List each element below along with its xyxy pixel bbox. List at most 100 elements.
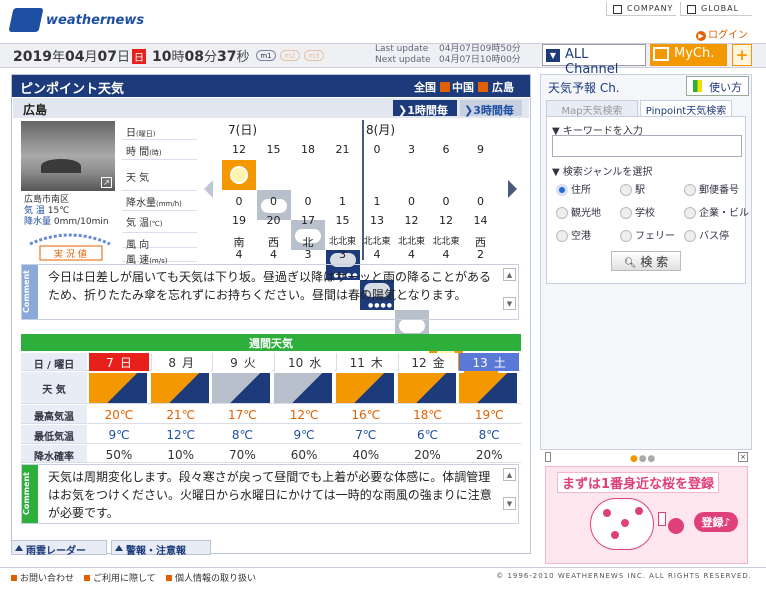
panel-left-icon[interactable] (545, 452, 551, 462)
precip-cell: 0 (477, 195, 484, 208)
genre-radio[interactable]: 企業・ビル (684, 204, 749, 219)
row-label-text: 天 気 (126, 173, 150, 184)
company-link[interactable]: COMPANY (606, 2, 676, 16)
month: 04 (64, 49, 85, 65)
beginner-mark-icon (693, 80, 702, 92)
expand-icon[interactable]: ↗ (101, 177, 112, 188)
radio-icon (556, 184, 568, 196)
m2-toggle[interactable]: m2 (280, 50, 300, 61)
weekly-hi-cell: 17℃ (228, 408, 257, 422)
region-national-link[interactable]: 全国 (414, 79, 450, 95)
chevron-down-icon: ▼ (546, 49, 560, 62)
precip-cell: 1 (373, 195, 381, 208)
genre-radio[interactable]: 学校 (620, 204, 655, 219)
region-hiroshima-link[interactable]: 広島 (492, 79, 514, 95)
temp-cell: 14 (473, 214, 488, 227)
weekly-title: 週間天気 (21, 334, 521, 351)
tab-map-search[interactable]: Map天気検索 (546, 100, 638, 117)
last-update-value: 04月07日09時50分 (439, 44, 521, 54)
wind-dir-cell: 北北東 (432, 237, 460, 247)
weekly-day: 9 (230, 356, 238, 370)
tab-warnings[interactable]: 警報・注意報 (111, 540, 211, 557)
scroll-up-icon[interactable]: ▲ (503, 268, 516, 281)
prev-arrow-icon[interactable] (204, 180, 213, 198)
region-label: 中国 (452, 81, 474, 94)
tab-label: 警報・注意報 (126, 546, 186, 557)
weekly-weekday: 水 (309, 356, 322, 370)
sun-icon (222, 160, 256, 190)
weekly-row-label: 最高気温 (21, 405, 87, 423)
m3-toggle[interactable]: m3 (304, 50, 324, 61)
weekday-badge: 日 (131, 49, 146, 64)
genre-radio[interactable]: バス停 (684, 227, 729, 242)
weekly-pop-cell: 50% (105, 448, 133, 462)
hour-cell: 9 (477, 143, 484, 156)
weekly-hi-cell: 21℃ (166, 408, 196, 422)
genre-radio[interactable]: 住所 (556, 181, 591, 196)
pinpoint-comment-box: Comment 今日は日差しが届いても天気は下り坂。昼過ぎ以降はサーッと雨の降る… (21, 264, 519, 320)
sakura-banner-title[interactable]: まずは1番身近な桜を登録 (557, 472, 720, 493)
row-label: 時 間(時) (122, 140, 197, 160)
site-logo-text[interactable]: weathernews (46, 13, 144, 28)
cloud-shape (398, 319, 425, 333)
weekly-weather-icon (89, 373, 147, 403)
temp-cell: 19 (232, 214, 246, 227)
global-link[interactable]: GLOBAL (680, 2, 752, 16)
row-label-text: 時 間 (126, 147, 150, 158)
day2-label: 8(月) (366, 123, 395, 137)
genre-radio[interactable]: 空港 (556, 227, 591, 242)
region-label: 広島 (492, 81, 514, 94)
pager-dots[interactable]: ● ● ● (630, 454, 655, 464)
row-label: 風 向 (122, 233, 197, 251)
scroll-down-icon[interactable]: ▼ (503, 497, 516, 510)
hour-cell: 6 (442, 143, 450, 156)
footer-link-terms[interactable]: ご利用に際して (84, 571, 156, 584)
footer-link-privacy[interactable]: 個人情報の取り扱い (166, 571, 256, 584)
register-button[interactable]: 登録♪ (694, 512, 738, 532)
weekly-day-header: 10 水 (274, 353, 335, 371)
next-arrow-icon[interactable] (508, 180, 517, 198)
wind-speed-cell: 4 (270, 248, 277, 261)
genre-label: 住所 (571, 185, 591, 196)
weekly-pop-cell: 40% (352, 448, 380, 462)
genre-radio[interactable]: 駅 (620, 181, 645, 196)
search-button[interactable]: 🔍︎ 検 索 (611, 251, 681, 271)
hour-cell: 18 (301, 143, 315, 156)
temp-cell: 17 (301, 214, 315, 227)
genre-radio[interactable]: 観光地 (556, 204, 601, 219)
m1-toggle[interactable]: m1 (256, 50, 276, 61)
live-value-button[interactable]: 実 況 値 (26, 230, 114, 262)
tab-3hour-label: ❯3時間毎 (464, 104, 514, 117)
how-to-button[interactable]: 使い方 (686, 76, 749, 96)
all-channel-button[interactable]: ▼ ALL Channel (542, 44, 646, 77)
bullet-icon (166, 575, 172, 581)
all-channel-label: ALL Channel (565, 47, 619, 77)
wind-speed-cell: 3 (339, 248, 346, 261)
scroll-down-icon[interactable]: ▼ (503, 297, 516, 310)
live-camera-image[interactable]: ↗ (21, 121, 115, 191)
login-link[interactable]: ▶ ログイン (696, 26, 748, 41)
temp-cell: 15 (335, 214, 350, 227)
scroll-up-icon[interactable]: ▲ (503, 468, 516, 481)
weekly-weekday: 土 (493, 356, 506, 370)
genre-radio[interactable]: 郵便番号 (684, 181, 739, 196)
close-icon[interactable]: × (738, 452, 748, 462)
sakura-tree-icon (590, 498, 654, 550)
comment-tab: Comment (22, 465, 38, 523)
row-label: 降水量(mm/h) (122, 191, 197, 211)
weekly-day: 10 (287, 356, 304, 370)
region-chugoku-link[interactable]: 中国 (452, 79, 488, 95)
keyword-input[interactable] (552, 135, 742, 157)
weekly-row: 最低気温 9℃ 12℃ 8℃ 9℃ 7℃ 6℃ 8℃ (21, 425, 521, 444)
genre-radio[interactable]: フェリー (620, 227, 675, 242)
footer-link-contact[interactable]: お問い合わせ (11, 571, 74, 584)
genre-label: バス停 (699, 231, 729, 242)
weather-icon-fill (459, 373, 518, 403)
weathernews-logo-icon[interactable] (8, 8, 44, 32)
weekly-day-header: 9火 (212, 353, 273, 371)
tab-pinpoint-search[interactable]: Pinpoint天気検索 (640, 100, 732, 117)
weather-icon-fill (335, 373, 394, 403)
add-channel-button[interactable]: + (732, 44, 752, 66)
my-channel-button[interactable]: MyCh. (650, 44, 727, 66)
tab-rain-radar[interactable]: 雨雲レーダー (11, 540, 107, 557)
